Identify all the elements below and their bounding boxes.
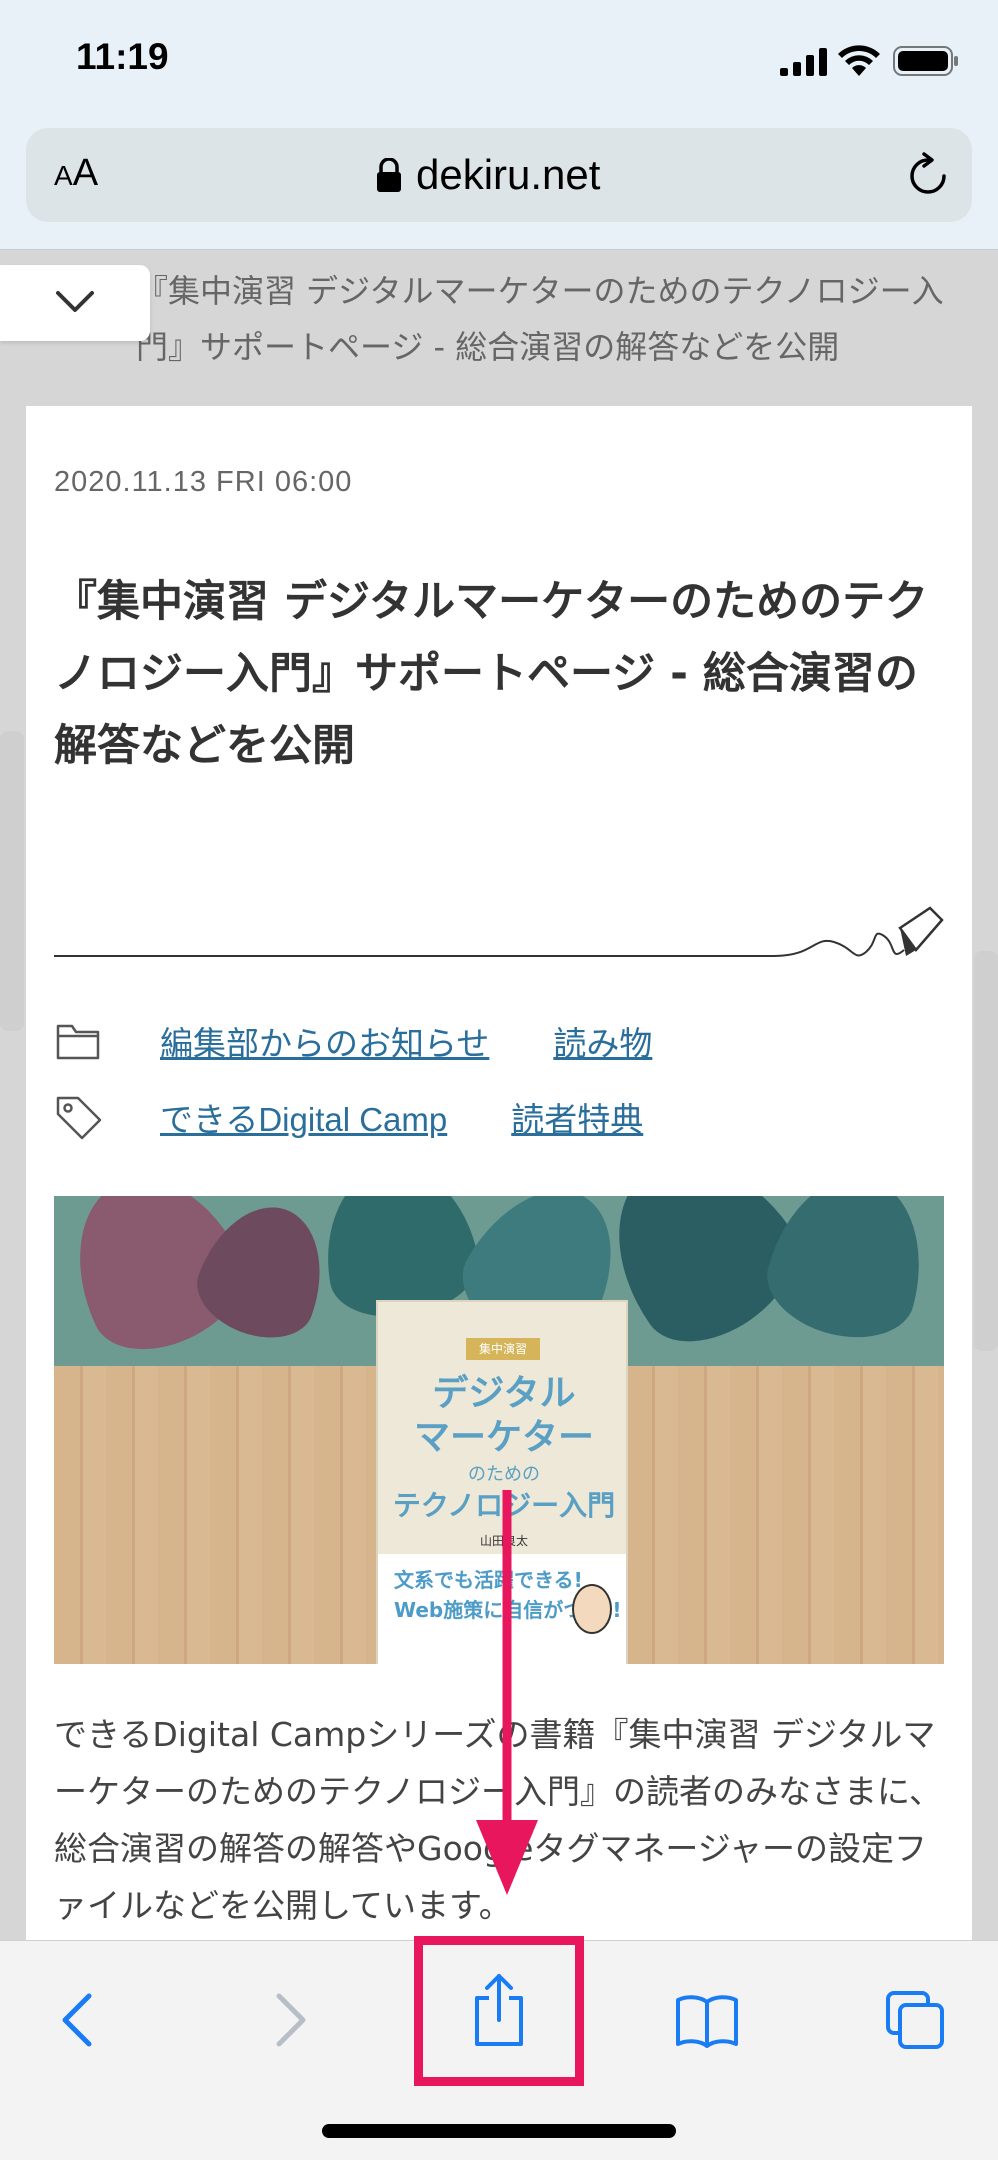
book-tag: 集中演習 <box>466 1338 540 1360</box>
forward-icon <box>276 1993 306 2047</box>
lock-icon <box>377 158 401 192</box>
reload-icon[interactable] <box>906 152 950 198</box>
back-icon <box>62 1993 92 2047</box>
share-button-highlight <box>414 1936 584 2086</box>
category-link[interactable]: 読み物 <box>553 1017 652 1065</box>
text-size-big-label: A <box>72 152 99 194</box>
tag-link[interactable]: 読者特典 <box>511 1093 643 1141</box>
book-subtitle: のための <box>468 1464 540 1485</box>
bookmarks-button[interactable] <box>672 1985 742 2055</box>
bookmarks-icon <box>676 1995 738 2048</box>
url-text: dekiru.net <box>416 151 601 198</box>
browser-top-bar: AA dekiru.net <box>0 120 998 250</box>
status-bar: 11:19 <box>0 0 998 120</box>
tag-row: できるDigital Camp 読者特典 <box>54 1092 707 1142</box>
background-shape <box>974 951 998 1351</box>
tabs-button[interactable] <box>880 1985 950 2055</box>
article-date: 2020.11.13 FRI 06:00 <box>54 466 353 498</box>
title-underline-pen-icon <box>54 906 944 957</box>
annotation-arrow <box>476 1490 538 1895</box>
folder-icon <box>56 1024 100 1060</box>
tabs-icon <box>886 1991 944 2049</box>
battery-icon <box>893 46 958 76</box>
signal-icon <box>780 48 827 76</box>
collapse-header-button[interactable] <box>0 265 150 341</box>
url-display[interactable]: dekiru.net <box>376 150 600 200</box>
back-button[interactable] <box>42 1985 112 2055</box>
home-indicator[interactable] <box>322 2124 676 2138</box>
tag-link[interactable]: できるDigital Camp <box>160 1093 447 1141</box>
status-time: 11:19 <box>76 36 169 77</box>
chevron-down-icon <box>56 291 94 312</box>
address-bar[interactable]: AA dekiru.net <box>26 128 972 222</box>
background-shape <box>0 731 24 1031</box>
author-illustration <box>572 1584 612 1634</box>
tag-icon <box>56 1096 102 1140</box>
text-size-small-label: A <box>54 160 73 191</box>
forward-button[interactable] <box>256 1985 326 2055</box>
collapsed-header-title: 『集中演習 デジタルマーケターのためのテクノロジー入門』サポートページ - 総合… <box>136 272 944 366</box>
book-title: デジタル マーケター <box>413 1373 594 1458</box>
category-row: 編集部からのお知らせ 読み物 <box>54 1016 716 1066</box>
text-size-button[interactable]: AA <box>54 152 98 195</box>
article-title: 『集中演習 デジタルマーケターのためのテクノロジー入門』サポートページ - 総合… <box>54 577 929 771</box>
wifi-icon <box>838 45 880 76</box>
category-link[interactable]: 編集部からのお知らせ <box>160 1017 489 1065</box>
